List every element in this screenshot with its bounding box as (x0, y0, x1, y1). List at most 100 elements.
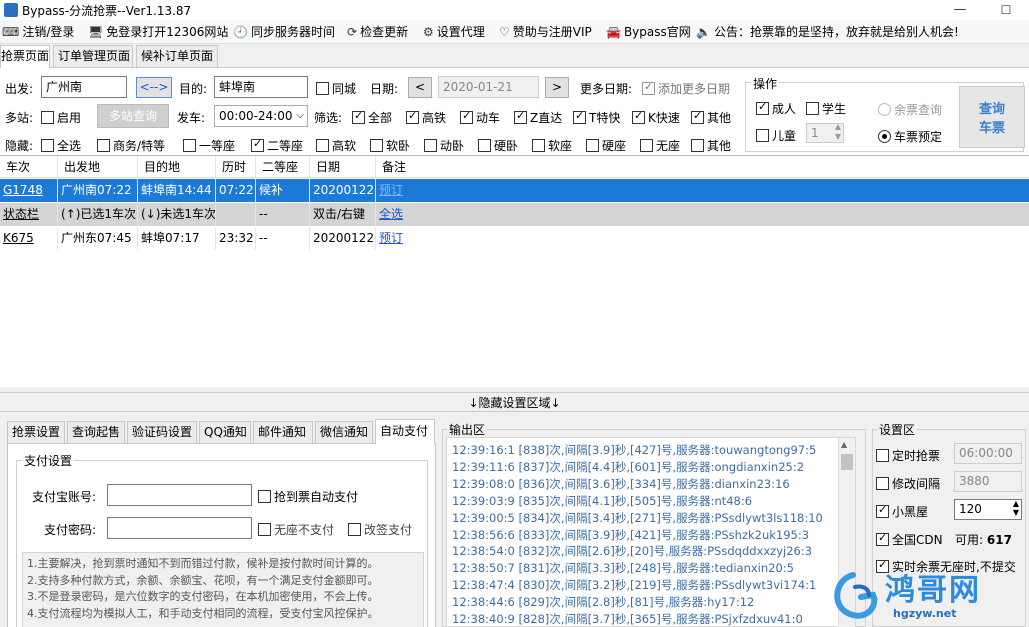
hide-high-soft[interactable]: 高软 (316, 137, 356, 154)
date-input[interactable]: 2020-01-21 (438, 76, 539, 98)
hide-hard-sleeper[interactable]: 硬卧 (478, 137, 518, 154)
col-remark[interactable]: 备注 (376, 156, 1029, 178)
filter-other[interactable]: 其他 (691, 109, 731, 126)
table-row[interactable]: K675 广州东07:45 蚌埠07:17 23:32 -- 20200122 … (0, 227, 1029, 250)
status-row[interactable]: 状态栏 (↑)已选1车次 (↓)未选1车次 -- 双击/右键 全选 (0, 203, 1029, 226)
app-icon (4, 3, 18, 17)
tab-wechat-notify[interactable]: 微信通知 (315, 421, 373, 443)
filter-dongche[interactable]: 动车 (460, 109, 500, 126)
hide-no-seat[interactable]: 无座 (640, 137, 680, 154)
reserve-radio[interactable]: 车票预定 (878, 128, 942, 145)
hide-second-class[interactable]: 二等座 (251, 137, 303, 154)
auto-pay-panel: 支付设置 支付宝账号: 抢到票自动支付 支付密码: 无座不支付 改签支付 1.主… (7, 443, 436, 627)
menu-open-12306[interactable]: 🖥 免登录打开12306网站 (88, 23, 228, 41)
blacklist-checkbox[interactable]: 小黑屋 (876, 503, 928, 520)
payment-notes: 1.主要解决，抢到票时通知不到而错过付款，候补是按付款时间计算的。 2.支持多种… (22, 552, 424, 627)
maximize-button[interactable]: ☐ (983, 0, 1029, 20)
menu-login[interactable]: ⌨ 注销/登录 (2, 23, 74, 41)
menu-check-update[interactable]: ⟳ 检查更新 (347, 23, 408, 41)
filter-label: 筛选: (314, 111, 343, 125)
timed-grab-checkbox[interactable]: 定时抢票 (876, 447, 940, 464)
filter-k[interactable]: K快速 (632, 109, 680, 126)
select-all-link[interactable]: 全选 (379, 207, 403, 221)
date-next-button[interactable]: > (545, 77, 569, 98)
no-seat-no-pay-checkbox[interactable]: 无座不支付 (258, 521, 334, 538)
col-from[interactable]: 出发地 (58, 156, 138, 178)
col-second-class[interactable]: 二等座 (256, 156, 310, 178)
filter-all[interactable]: 全部 (352, 109, 392, 126)
hide-select-all[interactable]: 全选 (41, 137, 81, 154)
table-row[interactable]: G1748 广州南07:22 蚌埠南14:44 07:22 候补 2020012… (0, 179, 1029, 202)
output-log[interactable]: 12:39:16:1 [838]次,间隔[3.9]秒,[427]号,服务器:to… (446, 437, 856, 627)
depart-time-select[interactable]: 00:00-24:00 ⌵ (214, 105, 308, 127)
tab-auto-pay[interactable]: 自动支付 (375, 419, 435, 444)
multi-query-button[interactable]: 多站查询 (97, 104, 169, 128)
menu-bar: ⌨ 注销/登录 🖥 免登录打开12306网站 🕘 同步服务器时间 ⟳ 检查更新 ⚙ 设置代… (0, 20, 1029, 44)
col-train-no[interactable]: 车次 (0, 156, 58, 178)
reserve-link[interactable]: 预订 (379, 183, 403, 197)
modify-interval-checkbox[interactable]: 修改间隔 (876, 475, 940, 492)
filter-gaotie[interactable]: 高铁 (406, 109, 446, 126)
pay-password-input[interactable] (107, 517, 252, 539)
alipay-account-input[interactable] (107, 484, 252, 506)
scroll-up-icon[interactable]: ▲ (841, 440, 847, 449)
to-station-input[interactable]: 蚌埠南 (214, 76, 308, 98)
car-icon: 🚘 (606, 25, 621, 39)
child-checkbox[interactable]: 儿童 (756, 127, 796, 144)
hide-other[interactable]: 其他 (691, 137, 731, 154)
blacklist-input[interactable]: 120 ▲ ▼ (954, 499, 1022, 520)
col-to[interactable]: 目的地 (138, 156, 216, 178)
reserve-link[interactable]: 预订 (379, 231, 403, 245)
keyboard-icon: ⌨ (2, 25, 20, 39)
tab-grab[interactable]: 抢票页面 (0, 45, 50, 68)
adult-checkbox[interactable]: 成人 (756, 100, 796, 117)
settings-title: 设置区 (877, 421, 918, 438)
refresh-icon: ⟳ (347, 25, 358, 39)
hide-first-class[interactable]: 一等座 (183, 137, 235, 154)
more-dates-label: 更多日期: (580, 82, 633, 96)
hide-business[interactable]: 商务/特等 (97, 137, 165, 154)
hide-settings-toggle[interactable]: ↓隐藏设置区域↓ (0, 392, 1029, 412)
filter-z[interactable]: Z直达 (514, 109, 562, 126)
date-label: 日期: (370, 82, 399, 96)
from-station-input[interactable]: 广州南 (41, 76, 127, 98)
swap-button[interactable]: <--> (136, 77, 172, 98)
timed-grab-input[interactable]: 06:00:00 (954, 443, 1022, 464)
tab-orders[interactable]: 订单管理页面 (53, 45, 133, 67)
tab-grab-settings[interactable]: 抢票设置 (7, 421, 65, 443)
menu-sync-time[interactable]: 🕘 同步服务器时间 (233, 23, 335, 41)
hide-soft-seat[interactable]: 软座 (532, 137, 572, 154)
menu-website[interactable]: 🚘 Bypass官网 (606, 23, 691, 41)
tab-qq-notify[interactable]: QQ通知 (199, 421, 251, 443)
filter-t[interactable]: T特快 (573, 109, 620, 126)
hide-emu-sleeper[interactable]: 动卧 (424, 137, 464, 154)
watermark-logo: 鸿哥网 hgzyw.net (823, 565, 1023, 625)
minimize-button[interactable]: — (937, 0, 983, 20)
add-more-dates-checkbox[interactable]: 添加更多日期 (642, 80, 730, 97)
menu-proxy[interactable]: ⚙ 设置代理 (423, 23, 485, 41)
window-title: Bypass-分流抢票--Ver1.13.87 (22, 4, 192, 18)
col-date[interactable]: 日期 (310, 156, 376, 178)
tab-waitlist[interactable]: 候补订单页面 (136, 45, 218, 67)
hide-soft-sleeper[interactable]: 软卧 (370, 137, 410, 154)
auto-pay-checkbox[interactable]: 抢到票自动支付 (258, 488, 358, 505)
watermark-url: hgzyw.net (893, 607, 957, 620)
interval-input[interactable]: 3880 (954, 471, 1022, 492)
remain-query-radio[interactable]: 余票查询 (878, 101, 942, 118)
hide-hard-seat[interactable]: 硬座 (586, 137, 626, 154)
multi-enable-checkbox[interactable]: 启用 (41, 109, 81, 126)
same-city-checkbox[interactable]: 同城 (316, 80, 356, 97)
tab-query-start[interactable]: 查询起售 (67, 421, 125, 443)
student-checkbox[interactable]: 学生 (806, 100, 846, 117)
alipay-label: 支付宝账号: (32, 490, 97, 504)
tab-mail-notify[interactable]: 邮件通知 (253, 421, 313, 443)
col-duration[interactable]: 历时 (216, 156, 256, 178)
all-cdn-checkbox[interactable]: 全国CDN (876, 531, 943, 548)
query-tickets-button[interactable]: 查询 车票 (959, 86, 1025, 148)
date-prev-button[interactable]: < (408, 77, 432, 98)
scroll-thumb[interactable] (841, 454, 853, 470)
change-sign-pay-checkbox[interactable]: 改签支付 (348, 521, 412, 538)
menu-sponsor-vip[interactable]: ♡ 赞助与注册VIP (499, 23, 592, 41)
tab-captcha[interactable]: 验证码设置 (127, 421, 197, 443)
child-count-stepper[interactable]: 1 ▲ ▼ (806, 123, 844, 143)
